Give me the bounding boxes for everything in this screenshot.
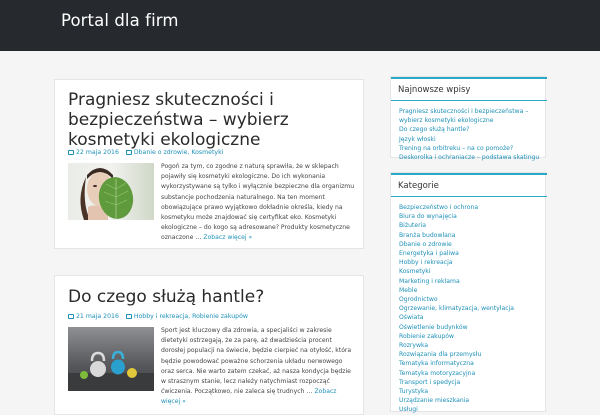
post-title[interactable]: Do czego służą hantle? xyxy=(68,287,358,307)
category-link[interactable]: Ogrzewanie, klimatyzacja, wentylacja xyxy=(399,304,543,313)
post-meta: 22 maja 2016 Dbanie o zdrowie, Kosmetyki xyxy=(68,149,223,156)
folder-icon xyxy=(125,314,132,319)
category-link[interactable]: Kosmetyki xyxy=(399,267,543,276)
post-excerpt: Sport jest kluczowy dla zdrowia, a specj… xyxy=(161,327,352,406)
category-link[interactable]: Biura do wynajęcia xyxy=(399,212,543,221)
categories-list: Bezpieczeństwo i ochrona Biura do wynaję… xyxy=(399,203,543,415)
categories-widget: Kategorie Bezpieczeństwo i ochrona Biura… xyxy=(390,172,547,415)
recent-post-link[interactable]: Do czego służą hantle? xyxy=(399,125,543,134)
widget-title: Najnowsze wpisy xyxy=(391,77,547,101)
category-link[interactable]: Rozrywka xyxy=(399,341,543,350)
recent-post-link[interactable]: Pragniesz skuteczności i bezpieczeństwa … xyxy=(399,107,543,125)
category-link[interactable]: Meble xyxy=(399,286,543,295)
category-link[interactable]: Urządzanie mieszkania xyxy=(399,396,543,405)
category-link[interactable]: Bezpieczeństwo i ochrona xyxy=(399,203,543,212)
category-link[interactable]: Oświetlenie budynków xyxy=(399,323,543,332)
post-categories[interactable]: Dbanie o zdrowie, Kosmetyki xyxy=(134,149,224,156)
folder-icon xyxy=(125,150,132,155)
post-thumbnail[interactable] xyxy=(68,327,154,391)
category-link[interactable]: Robienie zakupów xyxy=(399,332,543,341)
post-card: Do czego służą hantle? 21 maja 2016 Hobb… xyxy=(54,275,364,415)
category-link[interactable]: Dbanie o zdrowie xyxy=(399,240,543,249)
widget-title: Kategorie xyxy=(391,173,547,197)
face-leaf-image xyxy=(80,168,134,220)
category-link[interactable]: Transport i spedycja xyxy=(399,378,543,387)
category-link[interactable]: Ogrodnictwo xyxy=(399,295,543,304)
category-link[interactable]: Tematyka informatyczna xyxy=(399,359,543,368)
calendar-icon xyxy=(68,314,74,319)
recent-post-link[interactable]: Deskorolka i ochraniacze – podstawa skat… xyxy=(399,153,543,162)
category-link[interactable]: Biżuteria xyxy=(399,221,543,230)
category-link[interactable]: Hobby i rekreacja xyxy=(399,258,543,267)
read-more-link[interactable]: Zobacz więcej » xyxy=(203,234,252,241)
category-link[interactable]: Usługi xyxy=(399,405,543,414)
category-link[interactable]: Tematyka motoryzacyjna xyxy=(399,369,543,378)
site-title[interactable]: Portal dla firm xyxy=(61,11,179,30)
recent-post-link[interactable]: Język włoski xyxy=(399,135,543,144)
post-title[interactable]: Pragniesz skuteczności i bezpieczeństwa … xyxy=(68,90,358,150)
site-header: Portal dla firm xyxy=(0,0,600,51)
category-link[interactable]: Turystyka xyxy=(399,387,543,396)
category-link[interactable]: Oświata xyxy=(399,313,543,322)
recent-posts-list: Pragniesz skuteczności i bezpieczeństwa … xyxy=(399,107,543,162)
recent-post-link[interactable]: Trening na orbitreku – na co pomoże? xyxy=(399,144,543,153)
post-categories[interactable]: Hobby i rekreacja, Robienie zakupów xyxy=(134,313,248,320)
category-link[interactable]: Energetyka i paliwa xyxy=(399,249,543,258)
post-card: Pragniesz skuteczności i bezpieczeństwa … xyxy=(54,79,364,249)
post-excerpt: Pogoń za tym, co zgodne z naturą sprawił… xyxy=(161,163,355,242)
post-thumbnail[interactable] xyxy=(68,163,154,220)
post-date[interactable]: 21 maja 2016 xyxy=(76,313,119,320)
post-date[interactable]: 22 maja 2016 xyxy=(76,149,119,156)
category-link[interactable]: Branża budowlana xyxy=(399,231,543,240)
post-meta: 21 maja 2016 Hobby i rekreacja, Robienie… xyxy=(68,313,248,320)
category-link[interactable]: Marketing i reklama xyxy=(399,277,543,286)
kettlebells-image xyxy=(68,350,154,391)
category-link[interactable]: Rozwiązania dla przemysłu xyxy=(399,350,543,359)
calendar-icon xyxy=(68,150,74,155)
recent-posts-widget: Najnowsze wpisy Pragniesz skuteczności i… xyxy=(390,76,547,161)
